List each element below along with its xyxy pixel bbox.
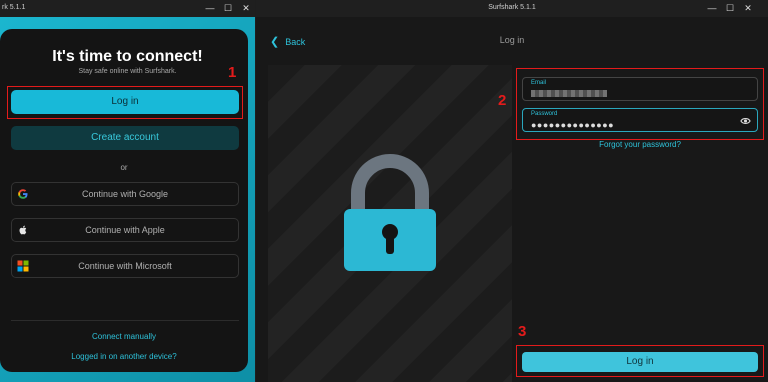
screenshot: rk 5.1.1 — ☐ ✕ It's time to connect! Sta…	[0, 0, 768, 382]
other-device-link[interactable]: Logged in on another device?	[0, 352, 248, 361]
maximize-button[interactable]: ☐	[724, 2, 736, 14]
maximize-button[interactable]: ☐	[222, 2, 234, 14]
divider	[11, 320, 239, 321]
minimize-button[interactable]: —	[204, 2, 216, 14]
apple-button-label: Continue with Apple	[85, 225, 165, 235]
google-button-label: Continue with Google	[81, 189, 169, 199]
continue-with-microsoft-button[interactable]: Continue with Microsoft	[11, 254, 239, 278]
connect-manually-link[interactable]: Connect manually	[0, 332, 248, 341]
lock-icon	[344, 154, 436, 271]
password-field[interactable]: Password ●●●●●●●●●●●●●●	[522, 108, 758, 132]
apple-icon	[19, 225, 27, 235]
left-titlebar: rk 5.1.1 — ☐ ✕	[0, 0, 255, 17]
microsoft-icon	[17, 260, 29, 272]
window-title: Surfshark 5.1.1	[488, 4, 536, 11]
email-label: Email	[531, 80, 547, 86]
page-title: Log in	[499, 35, 525, 45]
continue-with-apple-button[interactable]: Continue with Apple	[11, 218, 239, 242]
password-value: ●●●●●●●●●●●●●●	[531, 120, 615, 130]
login-button[interactable]: Log in	[11, 90, 239, 114]
annotation-number-3: 3	[518, 323, 527, 340]
right-titlebar: Surfshark 5.1.1 — ☐ ✕	[256, 0, 768, 17]
close-button[interactable]: ✕	[742, 2, 754, 14]
window-title: rk 5.1.1	[2, 4, 26, 11]
right-window: Surfshark 5.1.1 — ☐ ✕ ❮ Back Log in 2 Ema…	[256, 0, 768, 382]
left-window: rk 5.1.1 — ☐ ✕ It's time to connect! Sta…	[0, 0, 255, 382]
annotation-number-2: 2	[498, 92, 507, 109]
continue-with-google-button[interactable]: Continue with Google	[11, 182, 239, 206]
lock-illustration-panel	[268, 65, 512, 382]
password-label: Password	[531, 111, 558, 117]
microsoft-button-label: Continue with Microsoft	[78, 261, 172, 271]
eye-icon[interactable]	[740, 116, 751, 126]
page-subheading: Stay safe online with Surfshark.	[78, 68, 177, 75]
forgot-password-link[interactable]: Forgot your password?	[522, 140, 758, 149]
close-button[interactable]: ✕	[240, 2, 252, 14]
page-heading: It's time to connect!	[52, 48, 203, 65]
annotation-number-1: 1	[228, 64, 237, 81]
create-account-button[interactable]: Create account	[11, 126, 239, 150]
or-separator: or	[120, 163, 128, 172]
email-value-redacted	[531, 90, 607, 97]
email-field[interactable]: Email	[522, 77, 758, 101]
login-submit-button[interactable]: Log in	[522, 352, 758, 372]
minimize-button[interactable]: —	[706, 2, 718, 14]
google-icon	[18, 189, 28, 199]
